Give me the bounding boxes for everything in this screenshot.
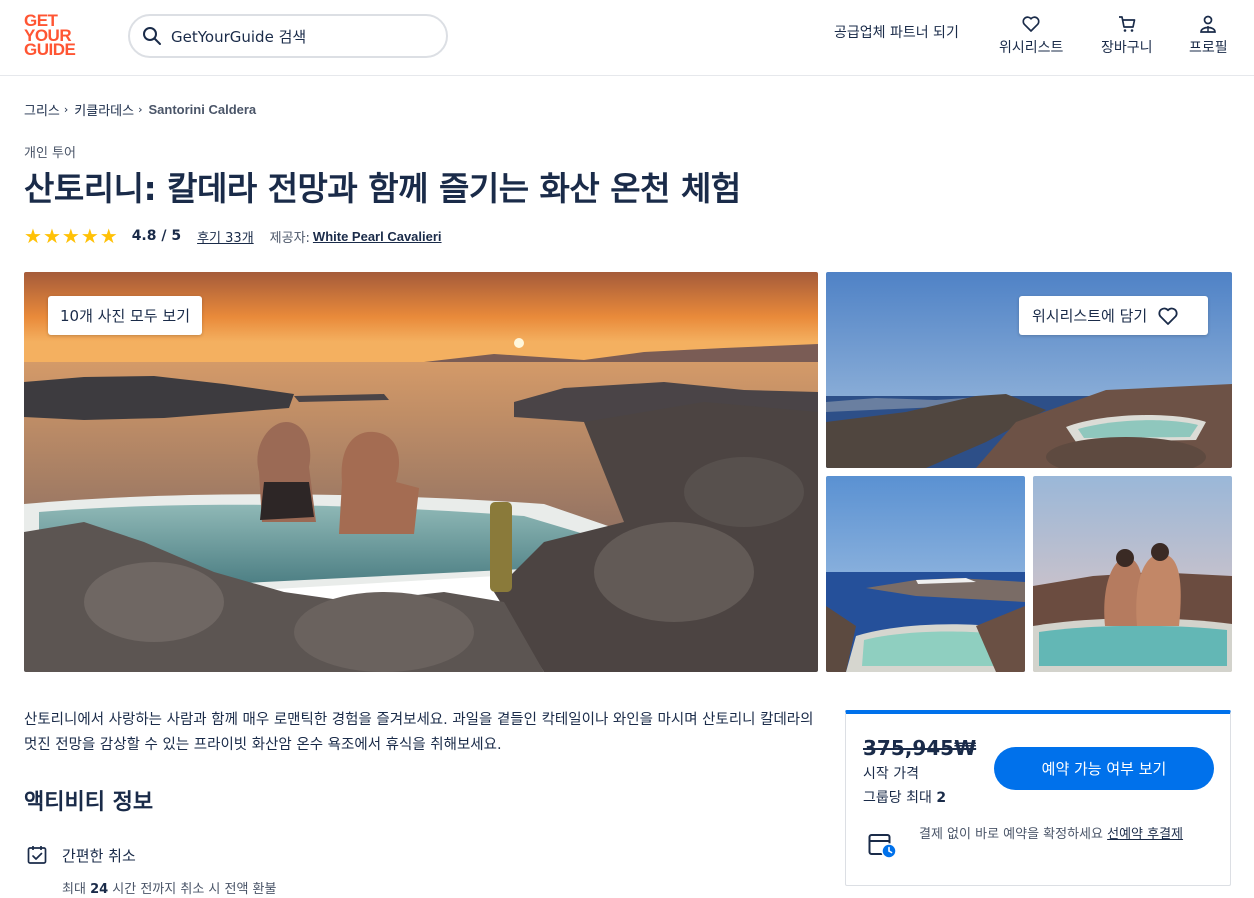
star-icon: ★: [99, 224, 118, 248]
breadcrumb-item[interactable]: Santorini Caldera: [149, 102, 257, 117]
heart-icon: [1158, 307, 1178, 325]
nav-profile[interactable]: 프로필: [1189, 14, 1228, 57]
page-title: 산토리니: 칼데라 전망과 함께 즐기는 화산 온천 체험: [24, 169, 741, 208]
nav-cart[interactable]: 장바구니: [1101, 14, 1153, 57]
nav-wishlist-label: 위시리스트: [999, 40, 1064, 56]
getyourguide-logo[interactable]: GET YOUR GUIDE: [24, 12, 82, 60]
star-icon: ★: [80, 224, 99, 248]
rating-value: 4.8 / 5: [131, 228, 182, 244]
free-cancellation-feature: 간편한 취소: [26, 844, 136, 866]
group-size: 그룹당 최대 2: [863, 790, 947, 806]
feature-title: 간편한 취소: [62, 846, 136, 865]
price: 375,945₩: [863, 736, 977, 760]
view-all-photos-button[interactable]: 10개 사진 모두 보기: [48, 296, 202, 335]
partner-link[interactable]: 공급업체 파트너 되기: [834, 22, 959, 42]
cart-icon: [1118, 16, 1136, 32]
calendar-check-icon: [27, 846, 47, 864]
breadcrumb-item[interactable]: 그리스: [24, 100, 60, 119]
reviews-link[interactable]: 후기 33개: [197, 227, 254, 246]
star-icon: ★: [24, 224, 42, 248]
chevron-right-icon: ›: [63, 103, 69, 116]
add-to-wishlist-button[interactable]: 위시리스트에 담기: [1019, 296, 1208, 335]
breadcrumb-item[interactable]: 키클라데스: [74, 100, 134, 119]
price-label: 시작 가격: [863, 766, 919, 782]
gallery-photo[interactable]: [1033, 476, 1232, 672]
search-placeholder: GetYourGuide 검색: [171, 27, 307, 46]
heart-icon: [1022, 16, 1040, 32]
activity-description: 산토리니에서 사랑하는 사람과 함께 매우 로맨틱한 경험을 즐겨보세요. 과일…: [24, 712, 814, 753]
profile-icon: [1200, 15, 1217, 33]
provider-label: 제공자:: [269, 230, 310, 246]
reserve-now-pay-later-note: 결제 없이 바로 예약을 확정하세요 선예약 후결제: [919, 827, 1184, 842]
activity-category: 개인 투어: [24, 146, 76, 161]
provider-link[interactable]: White Pearl Cavalieri: [313, 229, 442, 244]
star-icon: ★: [42, 224, 61, 248]
reserve-now-pay-later-link[interactable]: 선예약 후결제: [1107, 827, 1183, 842]
breadcrumb: 그리스 › 키클라데스 › Santorini Caldera: [24, 100, 256, 119]
add-to-wishlist-label: 위시리스트에 담기: [1032, 307, 1148, 325]
nav-profile-label: 프로필: [1189, 40, 1228, 56]
calendar-clock-icon: [868, 834, 897, 859]
nav-cart-label: 장바구니: [1101, 40, 1153, 56]
booking-card: 375,945₩ 시작 가격 그룹당 최대 2 예약 가능 여부 보기 결제 없…: [845, 710, 1231, 886]
header: GET YOUR GUIDE GetYourGuide 검색 공급업체 파트너 …: [0, 0, 1254, 76]
chevron-right-icon: ›: [138, 103, 143, 116]
search-icon: [143, 27, 161, 45]
gallery-photo[interactable]: [826, 476, 1025, 672]
search-input[interactable]: GetYourGuide 검색: [128, 14, 448, 58]
activity-info-title: 액티비티 정보: [24, 790, 154, 815]
check-availability-button[interactable]: 예약 가능 여부 보기: [994, 747, 1214, 790]
nav-wishlist[interactable]: 위시리스트: [999, 14, 1063, 57]
star-icon: ★: [61, 224, 80, 248]
feature-subtitle: 최대 24 시간 전까지 취소 시 전액 환불: [62, 882, 277, 897]
rating-row: ★ ★ ★ ★ ★ 4.8 / 5 후기 33개 제공자: White Pear…: [24, 226, 442, 246]
rating-stars: ★ ★ ★ ★ ★: [24, 226, 118, 246]
